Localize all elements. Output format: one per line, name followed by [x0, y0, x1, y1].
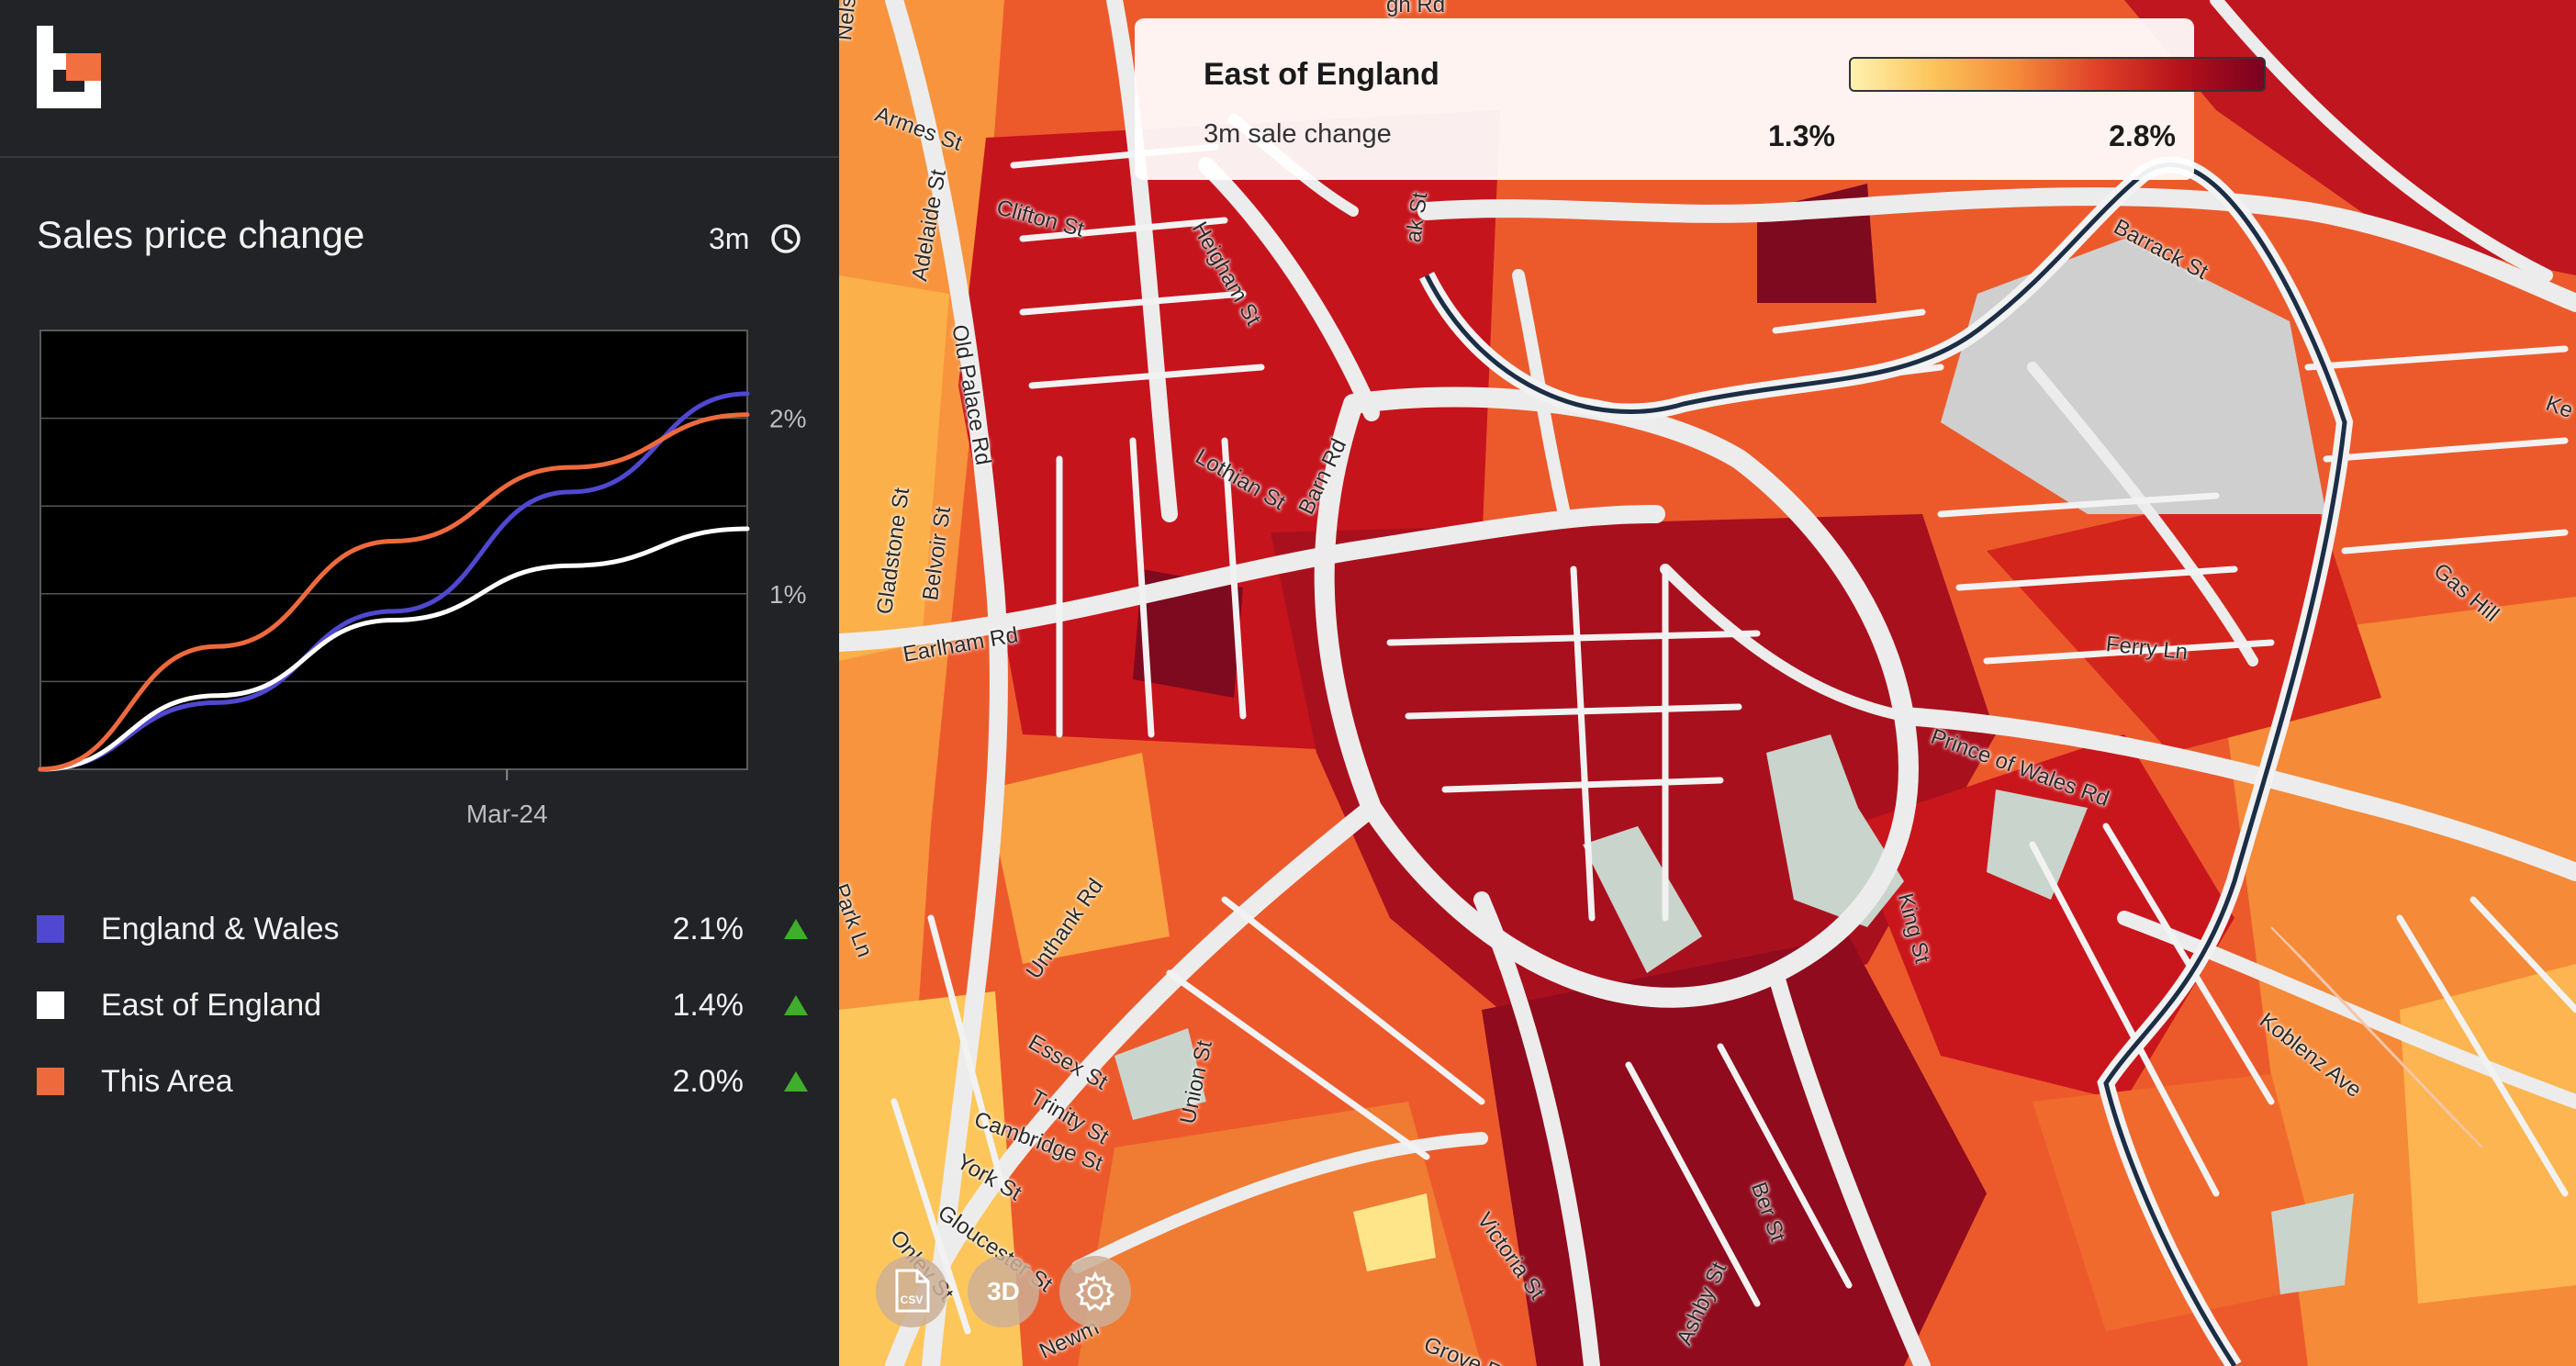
y-tick-label: 1%: [769, 580, 806, 609]
legend-region-title: East of England: [1204, 57, 1439, 92]
legend-metric-label: 3m sale change: [1204, 119, 1392, 149]
legend-label: East of England: [101, 988, 322, 1023]
legend-label: This Area: [101, 1064, 233, 1099]
legend-item-england-wales[interactable]: England & Wales 2.1%: [37, 904, 808, 980]
settings-button[interactable]: [1059, 1256, 1131, 1327]
triangle-up-icon: [784, 1071, 808, 1092]
price-change-chart: 1% 2% Mar-24: [38, 330, 806, 828]
legend-value: 1.4%: [672, 988, 745, 1023]
legend-label: England & Wales: [101, 912, 340, 946]
triangle-up-icon: [784, 919, 808, 939]
legend-swatch: [37, 991, 64, 1019]
color-scale-min: 1.3%: [1768, 119, 1835, 152]
legend-swatch: [37, 915, 64, 943]
color-scale-bar: [1849, 57, 2266, 92]
csv-icon-label: CSV: [901, 1293, 924, 1306]
csv-icon: CSV: [895, 1269, 930, 1313]
period-selector[interactable]: 3m: [709, 222, 749, 256]
legend-value: 2.0%: [672, 1064, 745, 1099]
legend-swatch: [37, 1068, 64, 1095]
legend-item-east-of-england[interactable]: East of England 1.4%: [37, 980, 808, 1057]
export-csv-button[interactable]: CSV: [876, 1256, 947, 1327]
y-tick-label: 2%: [769, 405, 806, 433]
plot-area: [39, 330, 748, 770]
sidebar: Sales price change 3m 1% 2% Mar-24 England…: [0, 0, 839, 1366]
choropleth-map[interactable]: Nelson Armes St Adelaide St Clifton St O…: [839, 0, 2576, 1366]
logo-icon[interactable]: [37, 26, 101, 108]
legend-item-this-area[interactable]: This Area 2.0%: [37, 1057, 808, 1133]
panel-title: Sales price change: [37, 213, 365, 256]
toggle-3d-button[interactable]: 3D: [968, 1256, 1039, 1327]
clock-icon[interactable]: [769, 222, 802, 255]
settings-gear-icon: [1075, 1271, 1115, 1312]
legend-value: 2.1%: [672, 912, 745, 946]
triangle-up-icon: [784, 995, 808, 1015]
x-tick-label: Mar-24: [466, 800, 548, 828]
chart-legend: England & Wales 2.1% East of England 1.4…: [37, 904, 808, 1133]
color-scale-max: 2.8%: [2109, 119, 2176, 152]
street-label: gh Rd: [1386, 0, 1446, 17]
topbar-divider: [0, 156, 839, 158]
map-legend: East of England 3m sale change 1.3% 2.8%: [1135, 18, 2266, 180]
